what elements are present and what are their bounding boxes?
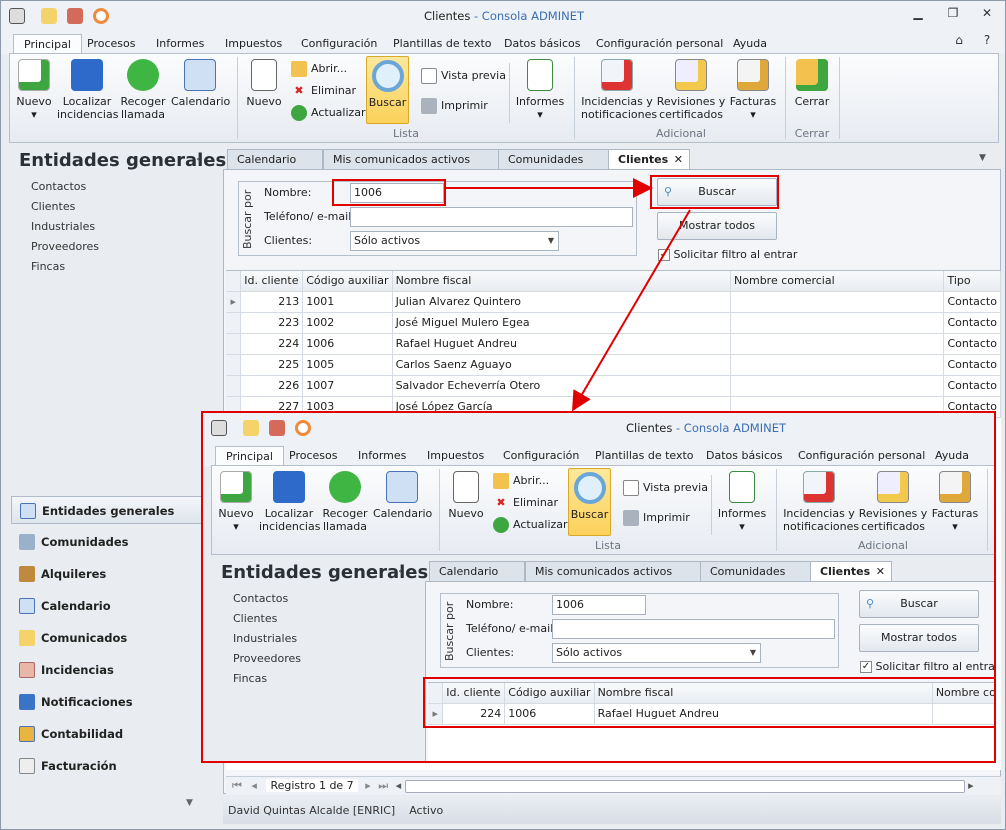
- result-row-highlight-box: [423, 677, 996, 728]
- annotation-overlay: [332, 175, 996, 728]
- nombre-highlight-box: [332, 179, 446, 206]
- arrow-to-result: [571, 209, 691, 412]
- buscar-highlight-box: [650, 175, 779, 209]
